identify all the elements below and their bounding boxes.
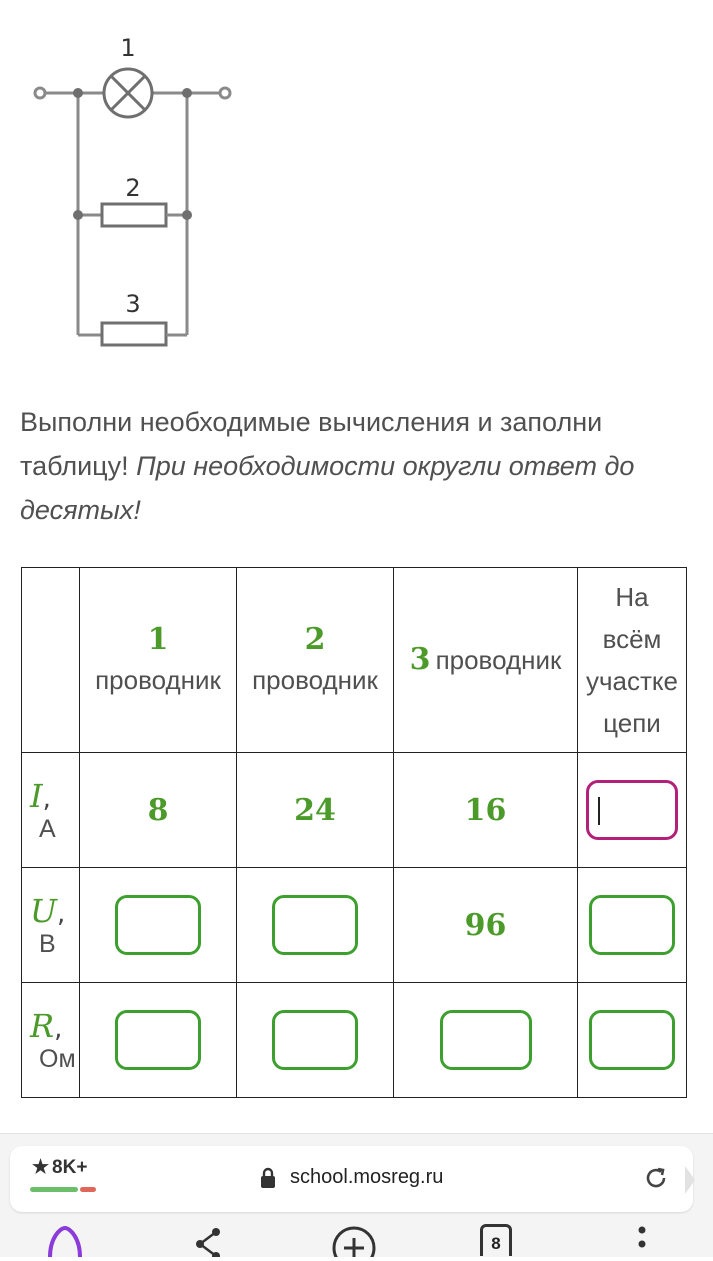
header-whole-circuit: На всём участке цепи <box>577 567 687 753</box>
header-conductor-2: 2 проводник <box>236 567 394 753</box>
value-cell: 24 <box>236 752 394 868</box>
header-line: цепи <box>603 708 661 738</box>
star-icon: ★ <box>32 1157 50 1178</box>
table-row-voltage: U, В 96 <box>21 867 687 983</box>
rating-bar <box>30 1187 96 1192</box>
quantity-symbol: U <box>30 891 57 930</box>
values-table: 1 проводник 2 проводник 3 проводник На в… <box>21 567 687 1098</box>
menu-icon[interactable] <box>632 1224 652 1257</box>
conductor-number: 1 <box>147 622 169 657</box>
value-cell: 8 <box>79 752 237 868</box>
table-header-row: 1 проводник 2 проводник 3 проводник На в… <box>21 567 687 753</box>
lock-icon <box>261 1167 275 1188</box>
element-label-2: 2 <box>125 174 140 202</box>
answer-input-resistance-1[interactable] <box>115 1010 201 1070</box>
value-cell: 96 <box>393 867 578 983</box>
answer-input-voltage-1[interactable] <box>115 895 201 955</box>
quantity-cell: R, Ом <box>21 982 80 1098</box>
address-bar[interactable]: ★ 8K+ school.mosreg.ru <box>10 1146 695 1212</box>
conductor-number: 3 <box>409 642 431 677</box>
header-conductor-3: 3 проводник <box>393 567 578 753</box>
value-cell <box>79 982 237 1098</box>
header-line: всём <box>602 624 662 654</box>
circuit-diagram: 1 2 3 <box>33 34 232 347</box>
header-conductor-1: 1 проводник <box>79 567 237 753</box>
conductor-word: проводник <box>252 665 378 695</box>
answer-input-voltage-2[interactable] <box>272 895 358 955</box>
answer-input-voltage-total[interactable] <box>589 895 675 955</box>
url-text: school.mosreg.ru <box>290 1166 444 1188</box>
given-value: 8 <box>147 792 169 828</box>
element-label-3: 3 <box>125 290 140 318</box>
value-cell <box>577 867 687 983</box>
given-value: 24 <box>294 792 336 828</box>
quantity-unit: Ом <box>39 1044 76 1073</box>
element-label-1: 1 <box>120 34 135 62</box>
quantity-unit: В <box>39 929 56 958</box>
new-tab-icon[interactable] <box>330 1224 378 1257</box>
header-line: На <box>615 582 649 612</box>
value-cell <box>393 982 578 1098</box>
table-row-resistance: R, Ом <box>21 982 687 1098</box>
value-cell <box>236 867 394 983</box>
value-cell <box>577 752 687 868</box>
quantity-unit: А <box>39 814 56 843</box>
value-cell <box>79 867 237 983</box>
browser-nav-row: 8 <box>0 1224 713 1257</box>
given-value: 16 <box>464 792 507 828</box>
table-row-current: I, А 8 24 16 <box>21 752 687 868</box>
quantity-cell: I, А <box>21 752 80 868</box>
conductor-word: проводник <box>435 645 562 675</box>
header-empty-cell <box>21 567 80 753</box>
quantity-symbol: I <box>30 776 43 815</box>
value-cell <box>577 982 687 1098</box>
rating-value: 8K+ <box>52 1157 88 1178</box>
reload-icon[interactable] <box>642 1164 670 1192</box>
conductor-number: 2 <box>304 622 326 657</box>
answer-input-resistance-2[interactable] <box>272 1010 358 1070</box>
given-value: 96 <box>464 907 507 943</box>
share-icon[interactable] <box>192 1224 226 1257</box>
answer-input-resistance-total[interactable] <box>589 1010 675 1070</box>
value-cell <box>236 982 394 1098</box>
tabs-count-button[interactable]: 8 <box>480 1224 512 1256</box>
conductor-word: проводник <box>95 665 221 695</box>
task-instruction: Выполни необходимые вычисления и заполни… <box>20 400 660 532</box>
browser-bottom-bar: ★ 8K+ school.mosreg.ru 8 <box>0 1133 713 1257</box>
alice-icon[interactable] <box>42 1224 88 1257</box>
answer-input-total-current[interactable] <box>586 780 678 840</box>
answer-input-resistance-3[interactable] <box>439 1010 532 1070</box>
quantity-symbol: R <box>30 1006 55 1045</box>
header-line: участке <box>585 666 679 696</box>
quantity-cell: U, В <box>21 867 80 983</box>
value-cell: 16 <box>393 752 578 868</box>
side-arrow-icon <box>685 1166 695 1194</box>
